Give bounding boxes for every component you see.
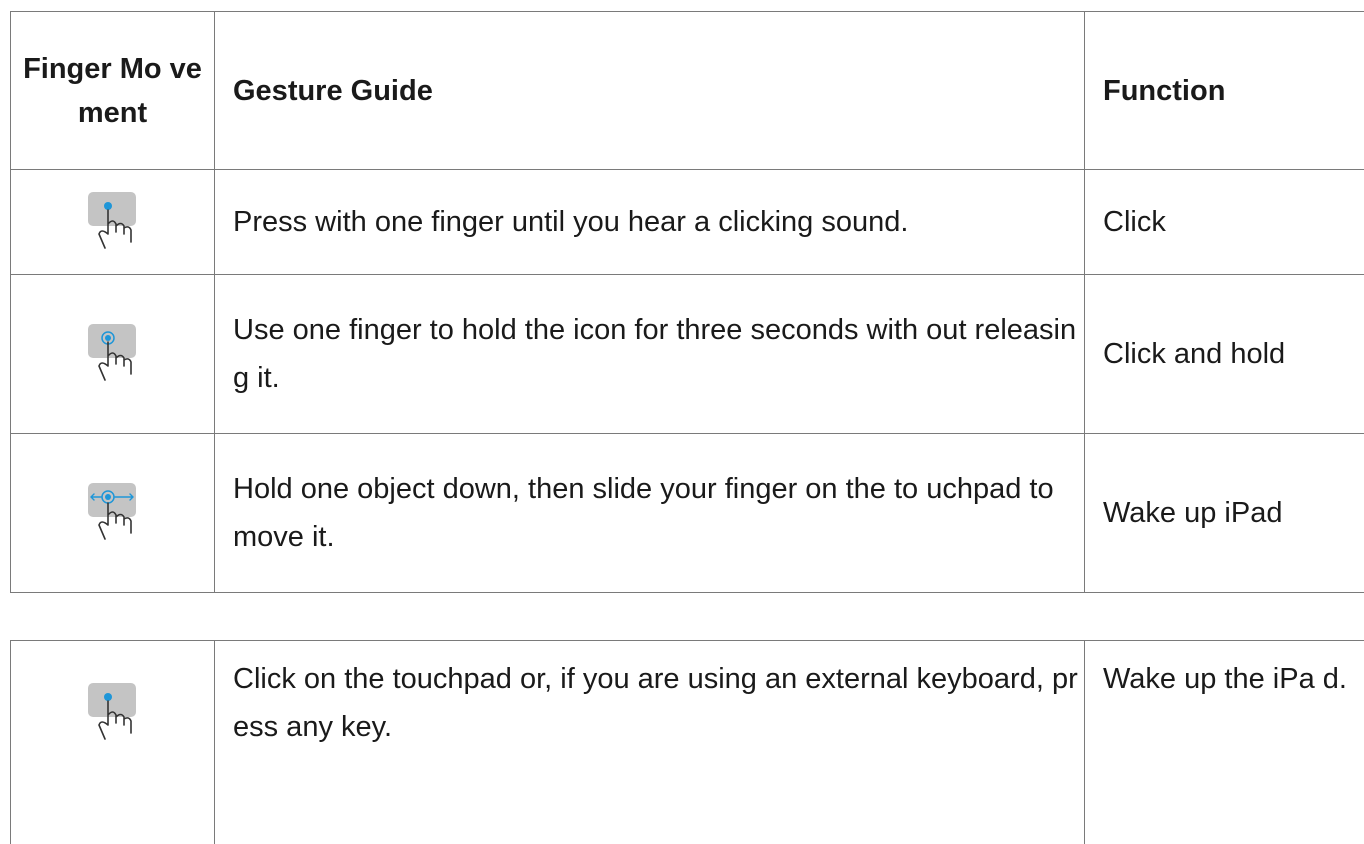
gesture-table-continued: Click on the touchpad or, if you are usi… bbox=[10, 640, 1364, 844]
one-finger-click-icon bbox=[78, 190, 148, 254]
function-cell: Wake up the iPa d. bbox=[1085, 641, 1364, 844]
movement-cell bbox=[11, 170, 215, 275]
movement-cell bbox=[11, 434, 215, 593]
one-finger-drag-icon bbox=[78, 481, 148, 545]
gesture-guide-cell: Press with one finger until you hear a c… bbox=[215, 170, 1085, 275]
function-cell: Wake up iPad bbox=[1085, 434, 1364, 593]
gesture-guide-cell: Hold one object down, then slide your fi… bbox=[215, 434, 1085, 593]
table-row: Use one finger to hold the icon for thre… bbox=[11, 275, 1364, 434]
gesture-table: Finger Mo vement Gesture Guide Function … bbox=[10, 11, 1364, 593]
header-finger-movement: Finger Mo vement bbox=[11, 12, 215, 170]
table-row: Click on the touchpad or, if you are usi… bbox=[11, 641, 1364, 844]
movement-cell bbox=[11, 641, 215, 844]
function-cell: Click bbox=[1085, 170, 1364, 275]
table-header-row: Finger Mo vement Gesture Guide Function bbox=[11, 12, 1364, 170]
function-cell: Click and hold bbox=[1085, 275, 1364, 434]
table-row: Hold one object down, then slide your fi… bbox=[11, 434, 1364, 593]
gesture-guide-cell: Use one finger to hold the icon for thre… bbox=[215, 275, 1085, 434]
movement-cell bbox=[11, 275, 215, 434]
header-gesture-guide: Gesture Guide bbox=[215, 12, 1085, 170]
one-finger-hold-icon bbox=[78, 322, 148, 386]
header-function: Function bbox=[1085, 12, 1364, 170]
table-row: Press with one finger until you hear a c… bbox=[11, 170, 1364, 275]
gesture-guide-cell: Click on the touchpad or, if you are usi… bbox=[215, 641, 1085, 844]
one-finger-click-icon bbox=[78, 681, 148, 745]
